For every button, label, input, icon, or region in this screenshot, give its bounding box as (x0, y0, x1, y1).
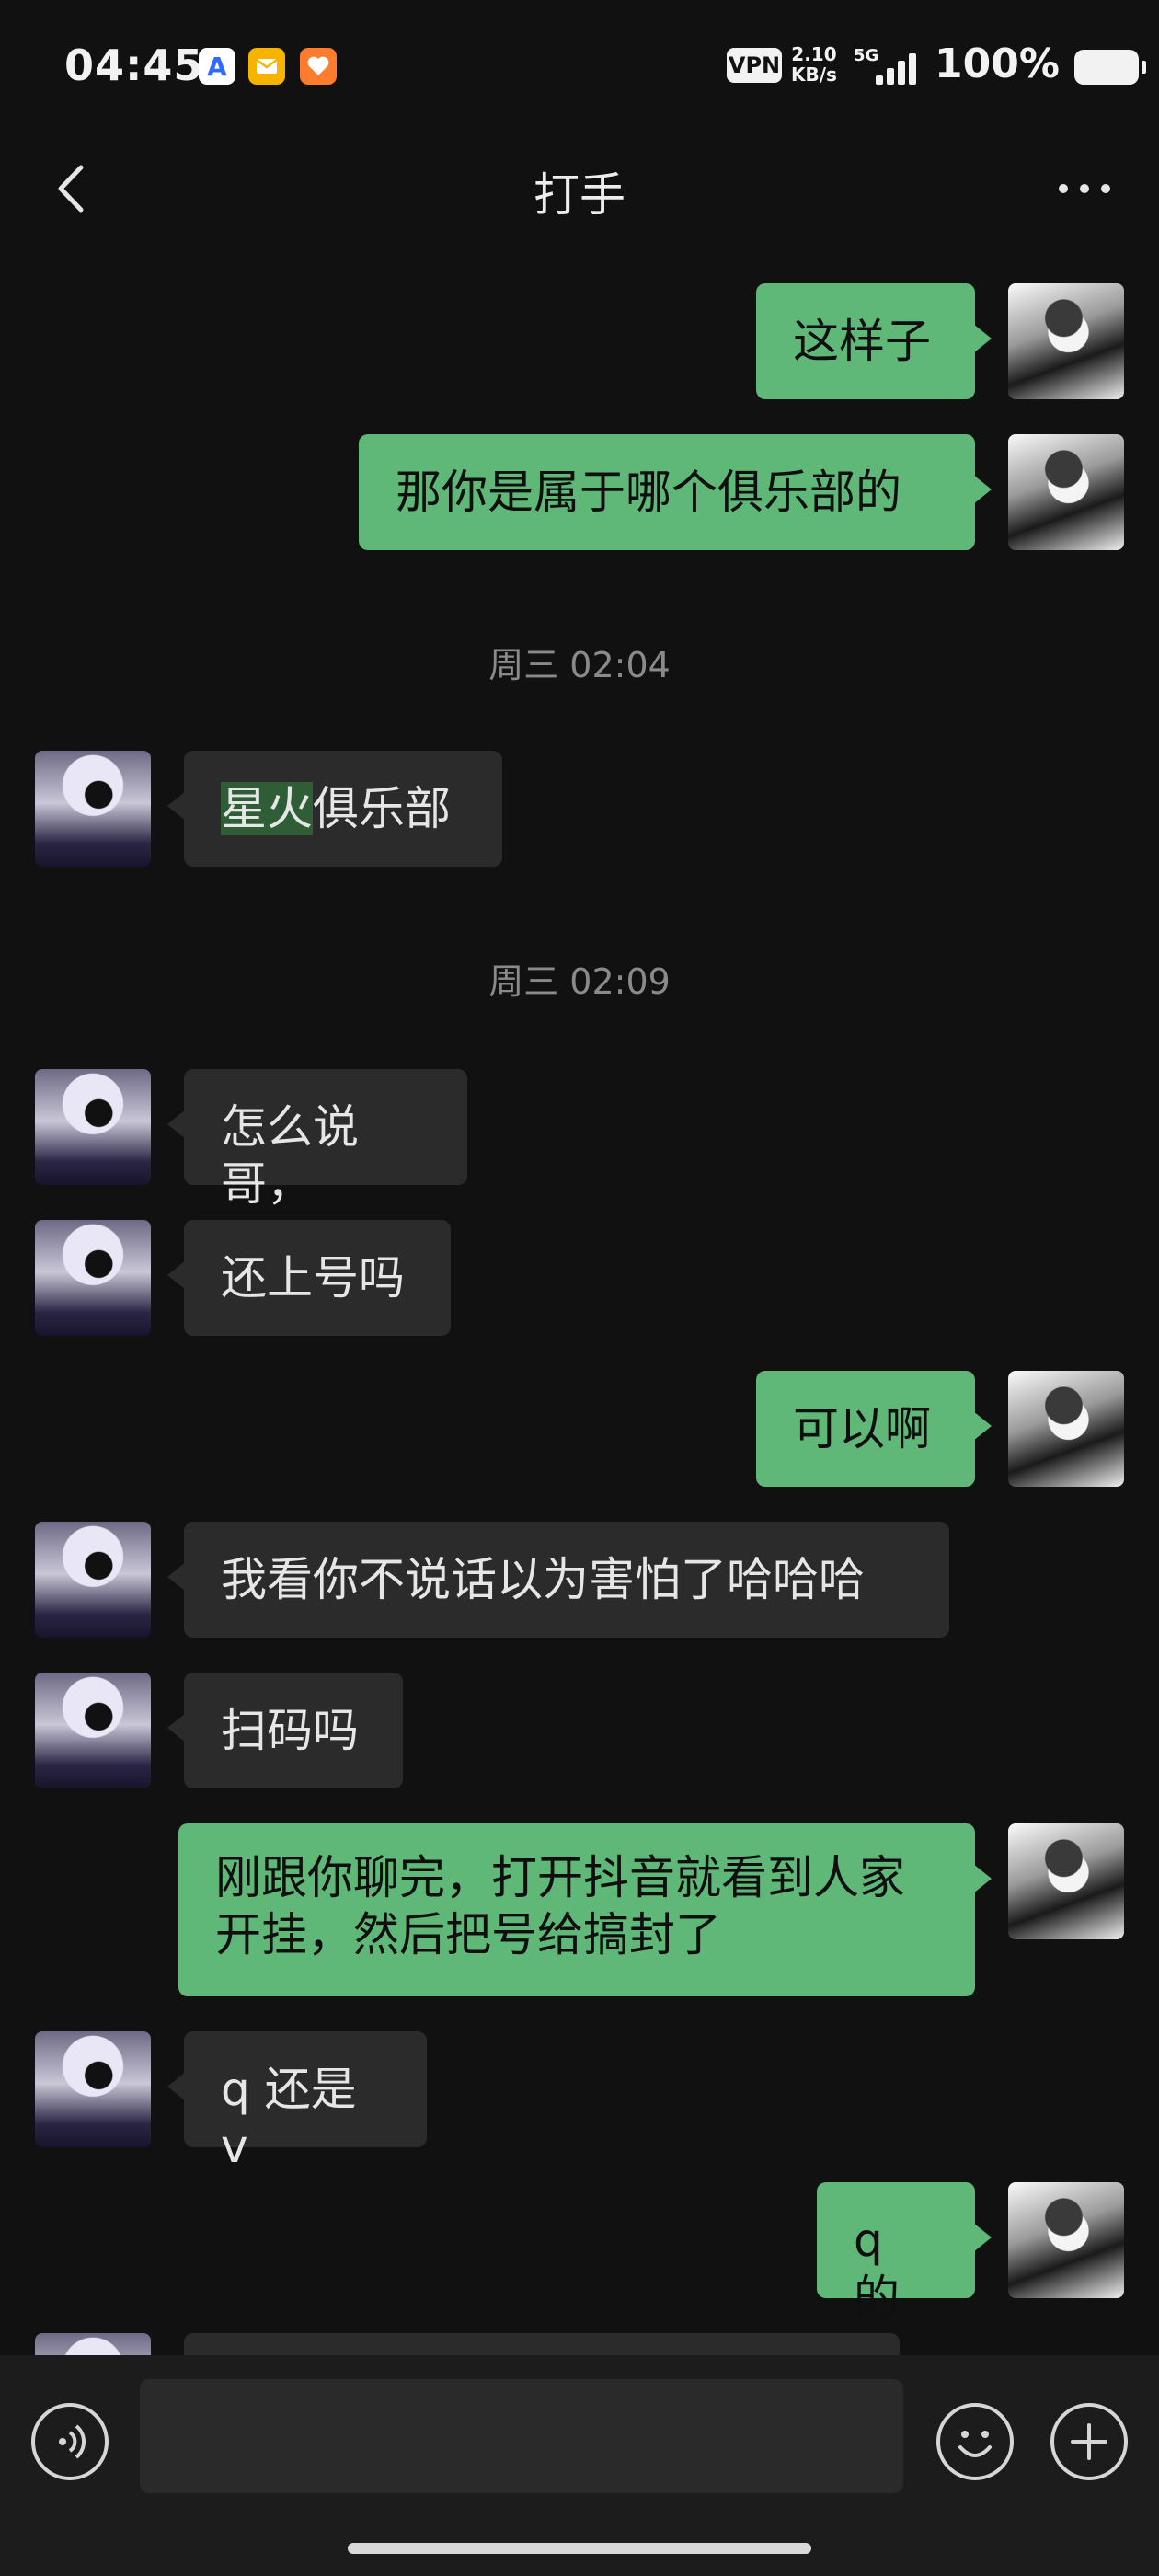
my-message-bubble[interactable]: 可以啊 (756, 1371, 992, 1487)
my-message-bubble[interactable]: 那你是属于哪个俱乐部的 (359, 434, 992, 550)
my-avatar[interactable] (1008, 434, 1124, 550)
speed-unit: KB/s (791, 63, 837, 86)
signal-icon (868, 52, 916, 85)
contact-message-bubble[interactable]: 怎么说哥， (167, 1069, 467, 1211)
contact-message-bubble[interactable]: q 还是 v (167, 2031, 427, 2173)
message-row: 那你是属于哪个俱乐部的 (0, 434, 1159, 550)
network-speed: 2.10 KB/s (791, 44, 837, 85)
message-line: 开挂，然后把号给搞封了 (215, 1908, 721, 1961)
chat-title: 打手 (534, 168, 625, 222)
my-message-bubble[interactable]: q 的 (817, 2182, 992, 2324)
message-row: 还上号吗 (0, 1220, 1159, 1336)
timestamp: 周三 02:04 (488, 645, 671, 685)
contact-avatar[interactable] (35, 751, 151, 867)
status-time: 04:45 (64, 40, 204, 90)
status-bar: 04:45 A VPN 2.10 KB/s 5G 100% (0, 0, 1159, 138)
input-bar (0, 2355, 1159, 2576)
contact-message-bubble[interactable]: 扫码吗 (167, 1673, 403, 1788)
timestamp: 周三 02:09 (488, 961, 671, 1002)
message-row: q 的 (0, 2182, 1159, 2324)
my-message-bubble[interactable]: 这样子 (756, 283, 992, 399)
message-row: 怎么说哥， (0, 1069, 1159, 1211)
my-avatar[interactable] (1008, 1371, 1124, 1487)
contact-avatar[interactable] (35, 1069, 151, 1185)
message-row: q 还是 v (0, 2031, 1159, 2173)
contact-avatar[interactable] (35, 1522, 151, 1638)
speed-value: 2.10 (791, 43, 837, 65)
message-row: 扫码吗 (0, 1673, 1159, 1788)
my-message-bubble[interactable]: 刚跟你聊完，打开抖音就看到人家 开挂，然后把号给搞封了 (178, 1823, 992, 1996)
message-row: 星火俱乐部 (0, 751, 1159, 867)
my-avatar[interactable] (1008, 283, 1124, 399)
vpn-badge: VPN (727, 48, 782, 83)
heart-notification-icon (300, 48, 337, 85)
my-avatar[interactable] (1008, 1823, 1124, 1939)
contact-avatar[interactable] (35, 2333, 151, 2355)
message-text: 俱乐部 (313, 782, 451, 835)
contact-message-bubble[interactable] (184, 2333, 900, 2355)
message-row: 刚跟你聊完，打开抖音就看到人家 开挂，然后把号给搞封了 (0, 1823, 1159, 1996)
svg-text:A: A (207, 52, 227, 82)
emoji-icon[interactable] (936, 2403, 1014, 2480)
mail-notification-icon (248, 48, 285, 85)
contact-message-bubble[interactable]: 我看你不说话以为害怕了哈哈哈 (167, 1522, 949, 1638)
plus-icon[interactable] (1050, 2403, 1128, 2480)
message-row-partial (0, 2333, 1159, 2355)
highlighted-keyword[interactable]: 星火 (221, 782, 313, 835)
app-notification-icon: A (199, 48, 235, 85)
home-indicator[interactable] (348, 2543, 811, 2554)
contact-message-bubble[interactable]: 星火俱乐部 (167, 751, 502, 867)
contact-avatar[interactable] (35, 1673, 151, 1788)
message-row: 我看你不说话以为害怕了哈哈哈 (0, 1522, 1159, 1638)
more-horizontal-icon[interactable] (1052, 166, 1117, 212)
contact-avatar[interactable] (35, 1220, 151, 1336)
contact-message-bubble[interactable]: 还上号吗 (167, 1220, 451, 1336)
battery-icon (1074, 50, 1146, 85)
battery-percent: 100% (935, 40, 1060, 87)
message-row: 可以啊 (0, 1371, 1159, 1487)
contact-avatar[interactable] (35, 2031, 151, 2147)
message-line: 刚跟你聊完，打开抖音就看到人家 (215, 1851, 905, 1904)
message-list[interactable]: 这样子 那你是属于哪个俱乐部的 周三 02:04 星火俱乐部 周三 02:09 … (0, 267, 1159, 2355)
message-input[interactable] (140, 2379, 903, 2493)
voice-icon[interactable] (31, 2403, 109, 2480)
my-avatar[interactable] (1008, 2182, 1124, 2298)
chat-header: 打手 (0, 138, 1159, 239)
message-row: 这样子 (0, 283, 1159, 399)
